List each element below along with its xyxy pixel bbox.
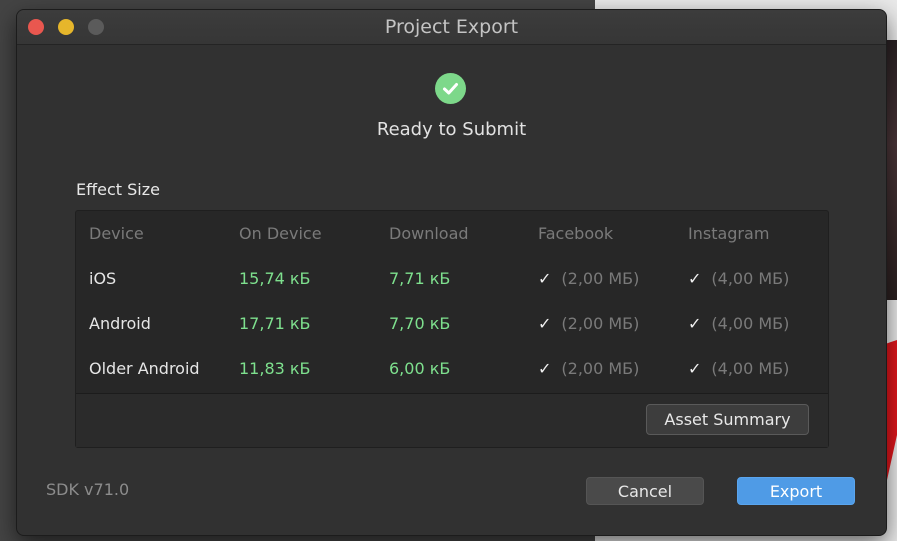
column-header-facebook: Facebook <box>538 224 614 243</box>
project-export-dialog: Project Export Ready to Submit Effect Si… <box>17 10 886 535</box>
download-size: 6,00 кБ <box>389 359 451 378</box>
window-title: Project Export <box>384 16 519 38</box>
table-row: Older Android 11,83 кБ 6,00 кБ ✓ (2,00 МБ… <box>76 349 828 389</box>
facebook-status: ✓ (2,00 МБ) <box>538 259 639 299</box>
download-size: 7,70 кБ <box>389 314 451 333</box>
facebook-limit: (2,00 МБ) <box>561 269 640 288</box>
checkmark-icon: ✓ <box>688 269 702 288</box>
device-name: Android <box>89 314 151 333</box>
checkmark-icon: ✓ <box>538 359 552 378</box>
status-text: Ready to Submit <box>376 119 527 140</box>
table-header-row: Device On Device Download Facebook Insta… <box>76 214 828 254</box>
facebook-limit: (2,00 МБ) <box>561 314 640 333</box>
title-bar: Project Export <box>17 10 886 45</box>
table-footer: Asset Summary <box>76 394 828 447</box>
facebook-status: ✓ (2,00 МБ) <box>538 304 639 344</box>
check-circle-icon <box>435 73 466 104</box>
checkmark-icon: ✓ <box>688 314 702 333</box>
instagram-status: ✓ (4,00 МБ) <box>688 349 789 389</box>
checkmark-icon: ✓ <box>538 314 552 333</box>
cancel-button[interactable]: Cancel <box>586 477 704 505</box>
table-row: Android 17,71 кБ 7,70 кБ ✓ (2,00 МБ) ✓ (4,… <box>76 304 828 344</box>
on-device-size: 17,71 кБ <box>239 314 311 333</box>
checkmark-icon: ✓ <box>688 359 702 378</box>
instagram-status: ✓ (4,00 МБ) <box>688 304 789 344</box>
column-header-download: Download <box>389 224 469 243</box>
download-size: 7,71 кБ <box>389 269 451 288</box>
asset-summary-button[interactable]: Asset Summary <box>646 404 809 435</box>
column-header-instagram: Instagram <box>688 224 770 243</box>
sdk-version: SDK v71.0 <box>46 480 130 499</box>
column-header-on-device: On Device <box>239 224 322 243</box>
column-header-device: Device <box>89 224 144 243</box>
on-device-size: 15,74 кБ <box>239 269 311 288</box>
instagram-status: ✓ (4,00 МБ) <box>688 259 789 299</box>
facebook-limit: (2,00 МБ) <box>561 359 640 378</box>
section-label: Effect Size <box>76 180 160 199</box>
export-button[interactable]: Export <box>737 477 855 505</box>
effect-size-table: Device On Device Download Facebook Insta… <box>75 210 829 448</box>
table-row: iOS 15,74 кБ 7,71 кБ ✓ (2,00 МБ) ✓ (4,00 М… <box>76 259 828 299</box>
facebook-status: ✓ (2,00 МБ) <box>538 349 639 389</box>
device-name: iOS <box>89 269 117 288</box>
instagram-limit: (4,00 МБ) <box>711 314 790 333</box>
on-device-size: 11,83 кБ <box>239 359 311 378</box>
instagram-limit: (4,00 МБ) <box>711 269 790 288</box>
instagram-limit: (4,00 МБ) <box>711 359 790 378</box>
checkmark-icon: ✓ <box>538 269 552 288</box>
device-name: Older Android <box>89 359 200 378</box>
